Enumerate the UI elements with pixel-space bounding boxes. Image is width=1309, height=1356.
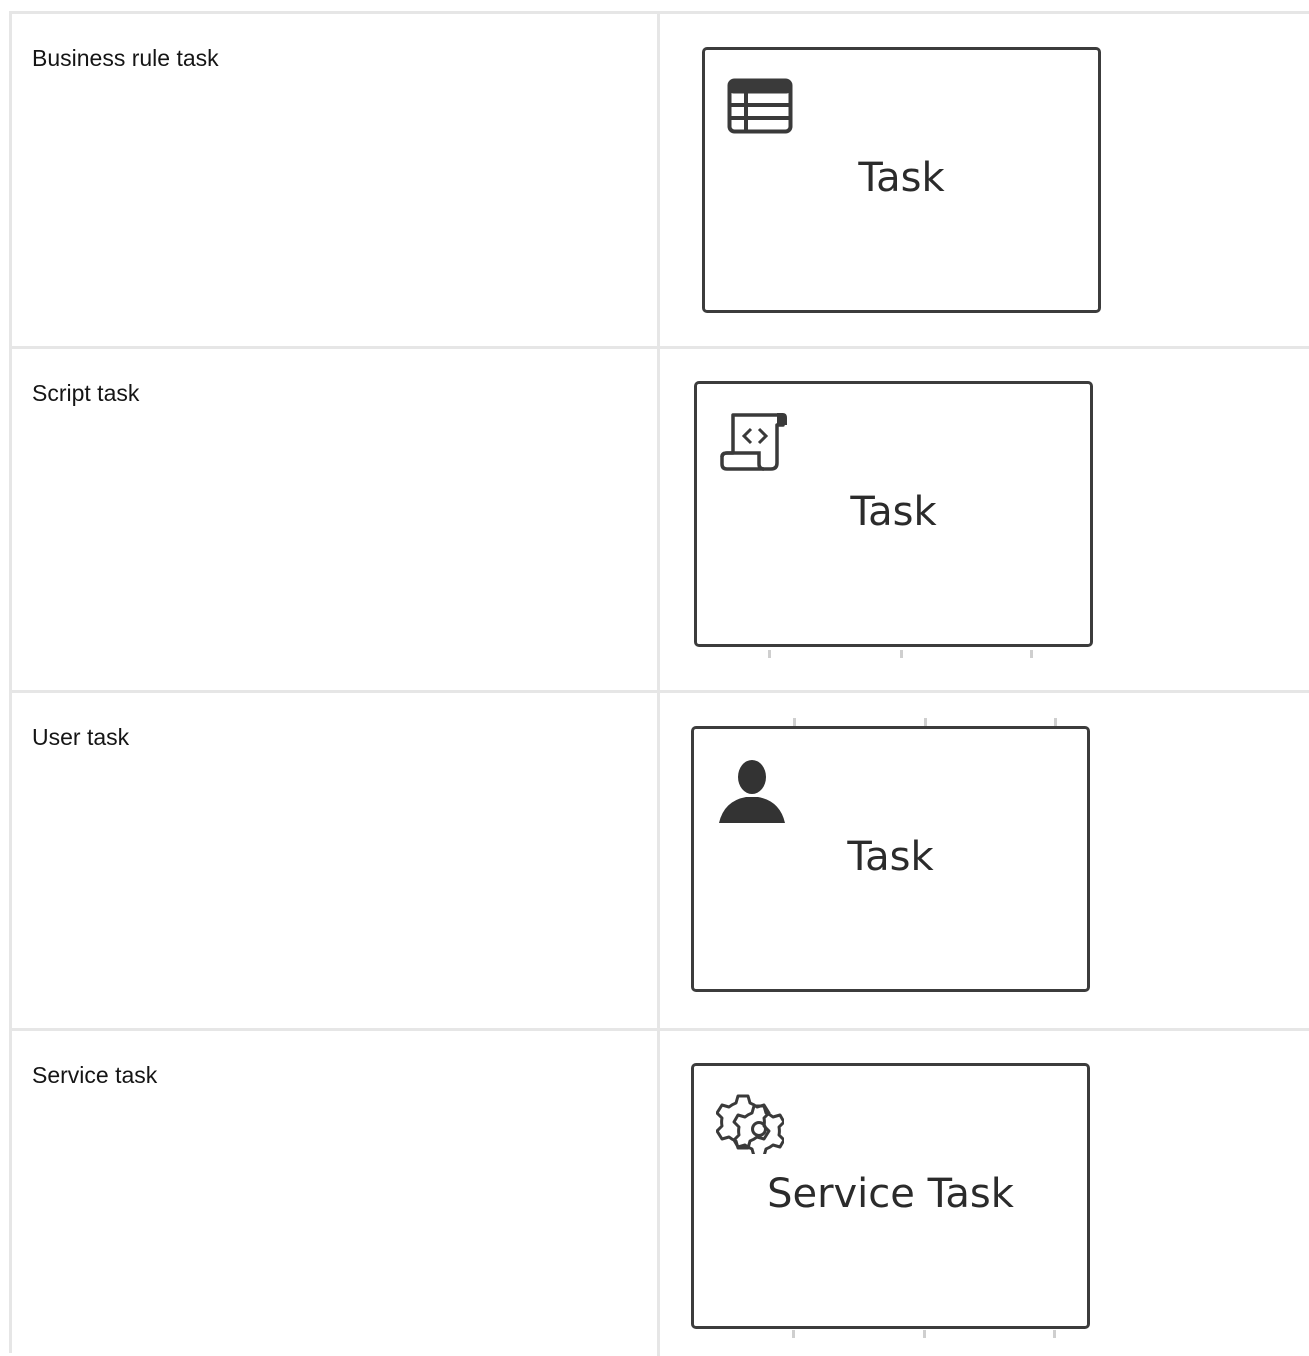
business-rule-table-icon <box>727 78 793 134</box>
task-shape: Task <box>691 726 1090 992</box>
anchor-tick <box>1054 718 1057 726</box>
row-label: Business rule task <box>32 45 219 71</box>
script-scroll-icon <box>719 409 791 473</box>
anchor-tick <box>900 650 903 658</box>
table-cell-label: Script task <box>12 349 660 690</box>
table-row: Service task Service Task <box>12 1031 1309 1356</box>
table-cell-figure: Task <box>660 14 1309 346</box>
task-shape: Task <box>702 47 1101 313</box>
anchor-tick <box>923 1330 926 1338</box>
user-icon <box>718 757 786 825</box>
anchor-tick <box>1053 1330 1056 1338</box>
table-row: User task Task <box>12 693 1309 1031</box>
anchor-tick <box>792 1330 795 1338</box>
row-label: Service task <box>32 1062 158 1088</box>
table-cell-label: Service task <box>12 1031 660 1356</box>
task-label: Task <box>847 834 934 880</box>
task-label: Task <box>858 155 945 201</box>
task-label: Service Task <box>767 1171 1014 1217</box>
task-shape: Task <box>694 381 1093 647</box>
anchor-tick <box>768 650 771 658</box>
table-cell-figure: Service Task <box>660 1031 1309 1356</box>
anchor-tick <box>1030 650 1033 658</box>
task-types-table: Business rule task Task Script task Task… <box>9 11 1309 1356</box>
table-row: Business rule task Task <box>12 14 1309 349</box>
gear-icon <box>716 1092 784 1154</box>
task-label: Task <box>850 489 937 535</box>
table-row: Script task Task <box>12 349 1309 693</box>
row-label: Script task <box>32 380 140 406</box>
table-cell-figure: Task <box>660 693 1309 1028</box>
task-shape: Service Task <box>691 1063 1090 1329</box>
anchor-tick <box>924 718 927 726</box>
table-cell-label: Business rule task <box>12 14 660 346</box>
row-label: User task <box>32 724 130 750</box>
table-cell-label: User task <box>12 693 660 1028</box>
anchor-tick <box>793 718 796 726</box>
table-cell-figure: Task <box>660 349 1309 690</box>
